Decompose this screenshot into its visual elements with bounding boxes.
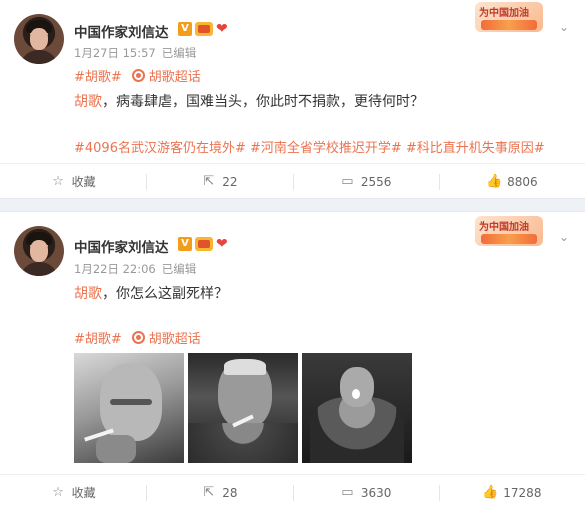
post-time[interactable]: 1月22日 22:06 (74, 262, 156, 276)
mention-link[interactable]: 胡歌 (74, 286, 102, 302)
author-badges: V ❤ (178, 237, 232, 251)
post-text: 胡歌，你怎么这副死样？ (74, 283, 228, 303)
supertopic-ring-icon (131, 331, 145, 344)
repost-count: 22 (222, 174, 238, 189)
promo-label: 为中国加油 (479, 222, 529, 233)
crown-member-icon[interactable] (195, 237, 213, 251)
crown-member-icon[interactable] (195, 22, 213, 36)
photo-subject-hand (96, 435, 136, 463)
hashtag-line[interactable]: #4096名武汉游客仍在境外# #河南全省学校推迟开学# #科比直升机失事原因# (74, 137, 545, 156)
supertopic-label: 胡歌超话 (148, 332, 201, 347)
avatar[interactable] (14, 14, 64, 64)
photo-lighter-flame (352, 389, 360, 399)
post-photo[interactable] (188, 353, 298, 463)
photo-subject-coat (188, 423, 298, 463)
avatar-shirt (20, 262, 58, 276)
supertopic-link[interactable]: 胡歌超话 (131, 328, 201, 347)
edited-label[interactable]: 已编辑 (162, 46, 197, 60)
collect-button[interactable]: ☆ 收藏 (0, 475, 146, 507)
collect-label: 收藏 (71, 175, 96, 189)
author-name[interactable]: 中国作家刘信达 (74, 21, 169, 41)
post-text: 胡歌，病毒肆虐，国难当头，你此时不捐款，更待何时？ (74, 91, 424, 111)
like-count: 8806 (507, 174, 538, 189)
share-icon: ⇱ (203, 485, 215, 500)
post-photo[interactable] (74, 353, 184, 463)
weibo-post: 中国作家刘信达 V ❤ 为中国加油 ⌄ 1月22日 22:06 已编辑 胡歌，你怎… (0, 212, 585, 507)
topic-tag[interactable]: #胡歌# (74, 66, 122, 85)
avatar-face (30, 240, 48, 262)
edited-label[interactable]: 已编辑 (162, 262, 197, 276)
repost-button[interactable]: ⇱ 28 (146, 475, 292, 507)
collect-button[interactable]: ☆ 收藏 (0, 164, 146, 199)
star-icon: ☆ (52, 174, 64, 189)
promo-label: 为中国加油 (479, 8, 529, 19)
post-separator (0, 198, 585, 212)
share-icon: ⇱ (203, 174, 215, 189)
comment-count: 3630 (360, 485, 392, 500)
like-button[interactable]: 👍 17288 (438, 475, 585, 507)
post-body: ，你怎么这副死样？ (102, 286, 228, 302)
comment-icon: ▭ (341, 174, 354, 189)
red-heart-icon[interactable]: ❤ (216, 22, 232, 36)
comment-icon: ▭ (341, 485, 354, 500)
supertopic-label: 胡歌超话 (148, 70, 201, 85)
chevron-down-icon[interactable]: ⌄ (557, 230, 571, 244)
action-bar: ☆ 收藏 ⇱ 22 ▭ 2556 👍 8806 (0, 163, 585, 199)
post-body: ，病毒肆虐，国难当头，你此时不捐款，更待何时？ (102, 94, 424, 110)
mention-link[interactable]: 胡歌 (74, 94, 102, 110)
promo-banner[interactable]: 为中国加油 (475, 2, 543, 32)
author-badges: V ❤ (178, 22, 232, 36)
supertopic-ring-icon (131, 69, 145, 82)
verified-v-icon: V (178, 237, 192, 251)
repost-count: 28 (222, 485, 238, 500)
promo-banner[interactable]: 为中国加油 (475, 216, 543, 246)
red-heart-icon[interactable]: ❤ (216, 237, 232, 251)
collect-label: 收藏 (71, 486, 96, 500)
verified-v-icon: V (178, 22, 192, 36)
topic-tags: #胡歌# 胡歌超话 (74, 66, 201, 85)
avatar-shirt (20, 50, 58, 64)
star-icon: ☆ (52, 485, 64, 500)
chevron-down-icon[interactable]: ⌄ (557, 20, 571, 34)
comment-button[interactable]: ▭ 3630 (292, 475, 439, 507)
like-count: 17288 (503, 485, 542, 500)
thumbs-up-icon: 👍 (486, 174, 503, 189)
post-photo[interactable] (302, 353, 412, 463)
topic-tag[interactable]: #胡歌# (74, 328, 122, 347)
comment-button[interactable]: ▭ 2556 (292, 164, 439, 199)
post-meta: 1月27日 15:57 已编辑 (74, 45, 196, 61)
author-name[interactable]: 中国作家刘信达 (74, 236, 169, 256)
avatar-face (30, 28, 48, 50)
avatar[interactable] (14, 226, 64, 276)
action-bar: ☆ 收藏 ⇱ 28 ▭ 3630 👍 17288 (0, 474, 585, 507)
topic-tags: #胡歌# 胡歌超话 (74, 328, 201, 347)
photo-grid (74, 353, 412, 463)
post-meta: 1月22日 22:06 已编辑 (74, 261, 196, 277)
supertopic-link[interactable]: 胡歌超话 (131, 66, 201, 85)
comment-count: 2556 (360, 174, 392, 189)
repost-button[interactable]: ⇱ 22 (146, 164, 292, 199)
like-button[interactable]: 👍 8806 (438, 164, 585, 199)
photo-subject-head (340, 367, 374, 407)
post-time[interactable]: 1月27日 15:57 (74, 46, 156, 60)
thumbs-up-icon: 👍 (482, 485, 499, 500)
weibo-post: 中国作家刘信达 V ❤ 为中国加油 ⌄ 1月27日 15:57 已编辑 #胡歌# … (0, 0, 585, 198)
